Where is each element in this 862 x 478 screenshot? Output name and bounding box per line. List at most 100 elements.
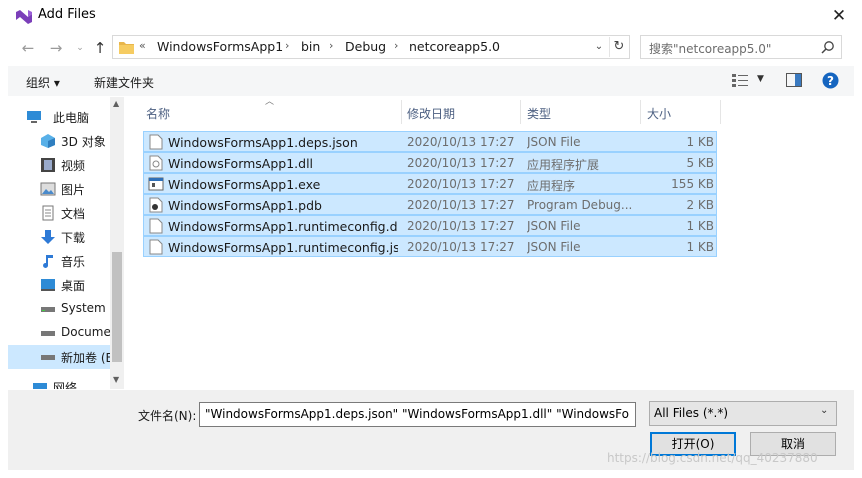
close-button[interactable]: ✕: [826, 3, 852, 29]
window-title: Add Files: [38, 7, 96, 22]
breadcrumb-item[interactable]: WindowsFormsApp1: [157, 39, 283, 54]
column-divider[interactable]: [640, 100, 641, 124]
svg-text:?: ?: [827, 74, 834, 88]
file-type-filter[interactable]: All Files (*.*) ⌄: [649, 401, 837, 426]
drive-icon: [41, 355, 55, 360]
file-type: 应用程序扩展: [527, 158, 600, 172]
navigation-pane: 此电脑 3D 对象 视频 图片 文档 下载 音乐 桌面 System ( Doc…: [8, 97, 124, 389]
download-icon: [41, 230, 55, 244]
sidebar-item-new-volume[interactable]: 新加卷 (E: [8, 345, 118, 369]
file-size: 1 KB: [686, 135, 714, 149]
file-type: 应用程序: [527, 179, 576, 193]
sidebar-item-music[interactable]: 音乐: [8, 249, 118, 273]
column-divider[interactable]: [401, 100, 402, 124]
back-arrow-icon[interactable]: ←: [18, 38, 38, 58]
sidebar-item-label: 视频: [61, 159, 86, 173]
breadcrumb-overflow[interactable]: «: [139, 39, 146, 52]
chevron-down-icon[interactable]: ⌄: [820, 405, 828, 416]
file-row[interactable]: WindowsFormsApp1.runtimeconfig.d... 2020…: [143, 215, 717, 236]
file-type: Program Debug...: [527, 198, 633, 212]
search-placeholder: 搜索"netcoreapp5.0": [649, 42, 772, 56]
address-dropdown-icon[interactable]: ⌄: [591, 38, 607, 56]
column-divider[interactable]: [520, 100, 521, 124]
chevron-right-icon[interactable]: ›: [329, 39, 333, 52]
sidebar-item-system-drive[interactable]: System (: [8, 297, 118, 321]
video-icon: [41, 158, 55, 172]
view-options-icon[interactable]: [732, 73, 748, 87]
new-folder-button[interactable]: 新建文件夹: [94, 74, 154, 91]
sidebar-item-label: 3D 对象: [61, 135, 106, 149]
file-type: JSON File: [527, 135, 581, 149]
sidebar-item-desktop[interactable]: 桌面: [8, 273, 118, 297]
breadcrumb-item[interactable]: Debug: [345, 39, 386, 54]
file-date: 2020/10/13 17:27: [407, 156, 515, 170]
scroll-down-icon[interactable]: ▼: [113, 375, 119, 384]
address-bar[interactable]: « WindowsFormsApp1 › bin › Debug › netco…: [112, 35, 630, 59]
file-type: JSON File: [527, 219, 581, 233]
file-name: WindowsFormsApp1.exe: [168, 177, 321, 192]
sidebar-item-downloads[interactable]: 下载: [8, 225, 118, 249]
chevron-right-icon[interactable]: ›: [285, 39, 289, 52]
preview-pane-icon[interactable]: [786, 73, 802, 87]
drive-icon: [41, 307, 55, 312]
sidebar-item-documents[interactable]: 文档: [8, 201, 118, 225]
column-divider[interactable]: [720, 100, 721, 124]
pdb-file-icon: [149, 197, 163, 213]
sidebar-item-documents-drive[interactable]: Docume: [8, 321, 118, 345]
column-header-type[interactable]: 类型: [527, 105, 551, 129]
sidebar-scrollbar[interactable]: ▲ ▼: [110, 97, 124, 389]
search-icon[interactable]: [821, 40, 835, 54]
sidebar-item-label: 桌面: [61, 279, 86, 293]
command-bar: 组织 ▾ 新建文件夹 ▼ ?: [8, 66, 854, 96]
sidebar-item-network[interactable]: 网络: [8, 375, 118, 389]
chevron-right-icon[interactable]: ›: [394, 39, 398, 52]
desktop-icon: [41, 279, 55, 291]
file-date: 2020/10/13 17:27: [407, 240, 515, 254]
sidebar-item-this-pc[interactable]: 此电脑: [8, 105, 118, 129]
recent-dropdown-icon[interactable]: ⌄: [70, 38, 90, 58]
sidebar-item-videos[interactable]: 视频: [8, 153, 118, 177]
json-file-icon: [149, 134, 163, 150]
scroll-up-icon[interactable]: ▲: [113, 99, 119, 108]
organize-menu[interactable]: 组织 ▾: [26, 74, 60, 91]
sidebar-item-label: 网络: [53, 381, 78, 389]
file-date: 2020/10/13 17:27: [407, 135, 515, 149]
view-dropdown-icon[interactable]: ▼: [757, 74, 764, 84]
watermark-text: https://blog.csdn.net/qq_40237880: [607, 451, 818, 465]
breadcrumb-item[interactable]: bin: [301, 39, 320, 54]
file-row[interactable]: WindowsFormsApp1.dll 2020/10/13 17:27 应用…: [143, 152, 717, 173]
sidebar-item-pictures[interactable]: 图片: [8, 177, 118, 201]
file-size: 1 KB: [686, 219, 714, 233]
column-header-name[interactable]: 名称: [146, 105, 170, 129]
drive-icon: [41, 331, 55, 336]
filename-input[interactable]: "WindowsFormsApp1.deps.json" "WindowsFor…: [199, 402, 636, 427]
sidebar-item-label: 音乐: [61, 255, 86, 269]
file-name: WindowsFormsApp1.runtimeconfig.js...: [168, 240, 398, 255]
forward-arrow-icon[interactable]: →: [46, 38, 66, 58]
file-row[interactable]: WindowsFormsApp1.pdb 2020/10/13 17:27 Pr…: [143, 194, 717, 215]
visual-studio-icon: [16, 10, 32, 24]
sort-ascending-icon: ︿: [265, 97, 275, 107]
file-row[interactable]: WindowsFormsApp1.runtimeconfig.js... 202…: [143, 236, 717, 257]
file-row[interactable]: WindowsFormsApp1.exe 2020/10/13 17:27 应用…: [143, 173, 717, 194]
sidebar-item-3d-objects[interactable]: 3D 对象: [8, 129, 118, 153]
column-header-size[interactable]: 大小: [647, 105, 671, 129]
file-row[interactable]: WindowsFormsApp1.deps.json 2020/10/13 17…: [143, 131, 717, 152]
scroll-thumb[interactable]: [112, 252, 122, 362]
breadcrumb-item[interactable]: netcoreapp5.0: [409, 39, 500, 54]
file-size: 5 KB: [686, 156, 714, 170]
up-arrow-icon[interactable]: ↑: [90, 38, 110, 58]
filename-label: 文件名(N):: [138, 409, 197, 423]
sidebar-item-label: System (: [61, 301, 115, 315]
file-name: WindowsFormsApp1.deps.json: [168, 135, 358, 150]
help-icon[interactable]: ?: [822, 72, 839, 89]
search-box[interactable]: 搜索"netcoreapp5.0": [640, 35, 842, 59]
refresh-icon[interactable]: ↻: [609, 37, 628, 57]
file-size: 2 KB: [686, 198, 714, 212]
3d-objects-icon: [41, 134, 55, 148]
file-date: 2020/10/13 17:27: [407, 177, 515, 191]
column-header-date[interactable]: 修改日期: [407, 105, 455, 129]
sidebar-item-label: 此电脑: [53, 111, 90, 125]
filter-value: All Files (*.*): [654, 406, 729, 420]
folder-icon: [119, 42, 134, 54]
